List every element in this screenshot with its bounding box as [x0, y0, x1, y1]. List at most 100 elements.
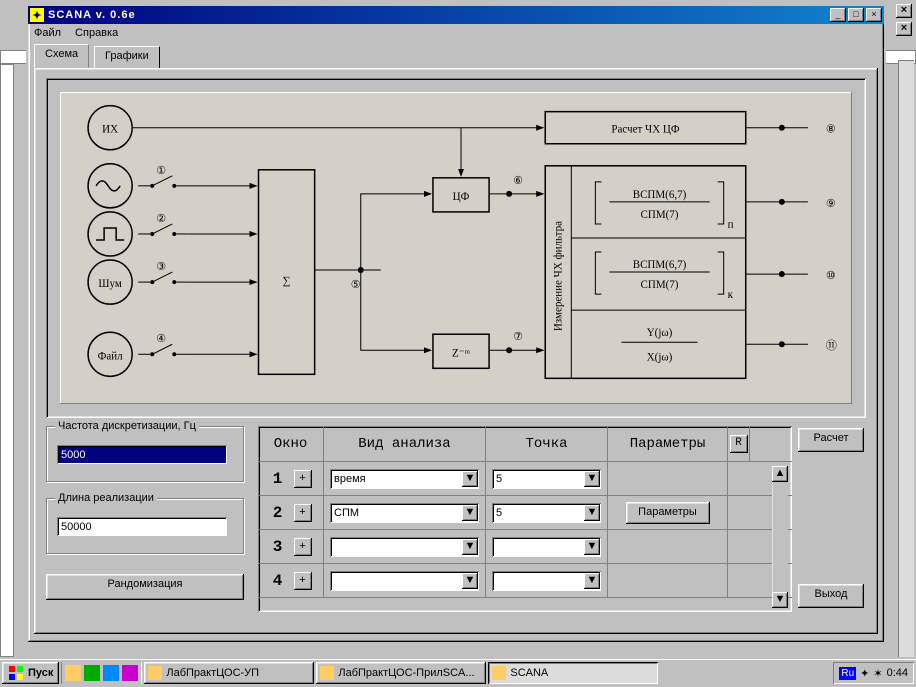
freq-input[interactable] — [57, 445, 227, 464]
grid-scrollbar[interactable]: ▲ ▼ — [772, 466, 788, 608]
taskbar: Пуск ЛабПрактЦОС-УПЛабПрактЦОС-ПрилSCA..… — [0, 659, 916, 687]
expand-button[interactable]: + — [294, 572, 312, 590]
tray-icon[interactable]: ✶ — [873, 667, 882, 680]
hdr-param: Параметры — [608, 426, 728, 461]
len-legend: Длина реализации — [55, 492, 157, 504]
svg-text:Файл: Файл — [98, 350, 123, 362]
tab-scheme[interactable]: Схема — [34, 44, 89, 68]
start-button[interactable]: Пуск — [2, 662, 59, 684]
menubar: Файл Справка — [28, 24, 884, 42]
svg-text:Шум: Шум — [98, 278, 121, 290]
taskbar-item[interactable]: SCANA — [488, 662, 658, 684]
params-button[interactable]: Параметры — [626, 502, 710, 524]
minimize-button[interactable]: _ — [830, 8, 846, 22]
svg-text:⑪: ⑪ — [826, 339, 837, 352]
titlebar[interactable]: ✦ SCANA v. 0.6e _ □ × — [28, 6, 884, 24]
diagram-panel: ИХ Расчет ЧХ ЦФ ⑧ ① — [46, 78, 866, 418]
dropdown-icon[interactable]: ▼ — [462, 505, 478, 521]
svg-text:⑥: ⑥ — [513, 175, 523, 187]
dropdown-icon[interactable]: ▼ — [584, 471, 600, 487]
tabstrip: Схема Графики — [34, 44, 878, 68]
dropdown-icon[interactable]: ▼ — [584, 505, 600, 521]
close-button[interactable]: × — [866, 8, 882, 22]
tochka-combo[interactable]: 5▼ — [492, 469, 601, 489]
freq-groupbox: Частота дискретизации, Гц — [46, 426, 244, 482]
tray-icon[interactable]: ✦ — [860, 667, 869, 680]
svg-text:Расчет ЧХ ЦФ: Расчет ЧХ ЦФ — [611, 124, 680, 136]
dropdown-icon[interactable]: ▼ — [462, 471, 478, 487]
svg-text:п: п — [728, 219, 734, 231]
expand-button[interactable]: + — [294, 470, 312, 488]
len-input[interactable] — [57, 517, 227, 536]
maximize-button[interactable]: □ — [848, 8, 864, 22]
hdr-tochka: Точка — [486, 426, 608, 461]
lang-indicator[interactable]: Ru — [839, 667, 856, 680]
svg-text:ВСПМ(6,7): ВСПМ(6,7) — [633, 259, 687, 271]
clock: 0:44 — [887, 667, 908, 679]
row-number: 2 — [266, 504, 290, 522]
ql-icon[interactable] — [122, 665, 138, 681]
svg-text:СПМ(7): СПМ(7) — [641, 209, 679, 221]
taskbar-item[interactable]: ЛабПрактЦОС-УП — [144, 662, 314, 684]
client-area: ИХ Расчет ЧХ ЦФ ⑧ ① — [34, 68, 878, 634]
ql-icon[interactable] — [65, 665, 81, 681]
scroll-up-icon[interactable]: ▲ — [772, 466, 788, 482]
svg-text:Y(jω): Y(jω) — [647, 327, 673, 339]
taskbar-item[interactable]: ЛабПрактЦОС-ПрилSCA... — [316, 662, 486, 684]
dropdown-icon[interactable]: ▼ — [462, 539, 478, 555]
vid-combo[interactable]: СПМ▼ — [330, 503, 479, 523]
exit-button[interactable]: Выход — [798, 584, 864, 608]
randomize-button[interactable]: Рандомизация — [46, 574, 244, 600]
ql-icon[interactable] — [84, 665, 100, 681]
tab-graphs[interactable]: Графики — [94, 46, 160, 68]
hdr-vid: Вид анализа — [324, 426, 486, 461]
expand-button[interactable]: + — [294, 538, 312, 556]
bg-close-icon[interactable]: × — [896, 4, 912, 18]
taskbar-app-icon — [148, 666, 162, 680]
block-diagram: ИХ Расчет ЧХ ЦФ ⑧ ① — [60, 92, 852, 404]
svg-text:⑧: ⑧ — [826, 124, 836, 136]
svg-text:∑: ∑ — [283, 275, 291, 287]
row-number: 1 — [266, 470, 290, 488]
row-number: 4 — [266, 572, 290, 590]
r-button[interactable]: R — [730, 435, 748, 453]
grid-row: 1+ время▼ 5▼ — [258, 462, 792, 496]
dropdown-icon[interactable]: ▼ — [584, 573, 600, 589]
svg-text:X(jω): X(jω) — [647, 351, 673, 363]
ql-icon[interactable] — [103, 665, 119, 681]
svg-text:ЦФ: ЦФ — [453, 191, 470, 203]
scroll-down-icon[interactable]: ▼ — [772, 592, 788, 608]
bg-scrollbar[interactable] — [898, 60, 914, 657]
row-number: 3 — [266, 538, 290, 556]
vid-combo[interactable]: время▼ — [330, 469, 479, 489]
dropdown-icon[interactable]: ▼ — [584, 539, 600, 555]
taskbar-app-icon — [320, 666, 334, 680]
hdr-okno: Окно — [258, 426, 324, 461]
dropdown-icon[interactable]: ▼ — [462, 573, 478, 589]
vid-combo[interactable]: ▼ — [330, 571, 479, 591]
svg-text:ИХ: ИХ — [102, 124, 118, 136]
svg-text:②: ② — [156, 213, 166, 225]
taskbar-app-icon — [492, 666, 506, 680]
svg-text:ВСПМ(6,7): ВСПМ(6,7) — [633, 189, 687, 201]
bg-close-icon[interactable]: × — [896, 22, 912, 36]
svg-text:к: к — [728, 289, 734, 301]
svg-text:Измерение ЧХ фильтра: Измерение ЧХ фильтра — [552, 221, 564, 331]
menu-help[interactable]: Справка — [75, 27, 118, 39]
app-icon: ✦ — [30, 8, 44, 22]
tochka-combo[interactable]: ▼ — [492, 571, 601, 591]
svg-text:⑤: ⑤ — [351, 279, 361, 291]
tochka-combo[interactable]: 5▼ — [492, 503, 601, 523]
window-title: SCANA v. 0.6e — [48, 9, 828, 21]
quick-launch — [61, 662, 142, 684]
vid-combo[interactable]: ▼ — [330, 537, 479, 557]
calc-button[interactable]: Расчет — [798, 428, 864, 452]
len-groupbox: Длина реализации — [46, 498, 244, 554]
menu-file[interactable]: Файл — [34, 27, 61, 39]
analysis-grid: Окно Вид анализа Точка Параметры R 1+вре… — [258, 426, 792, 612]
svg-text:СПМ(7): СПМ(7) — [641, 279, 679, 291]
app-window: ✦ SCANA v. 0.6e _ □ × Файл Справка Схема… — [26, 4, 886, 644]
svg-text:⑩: ⑩ — [826, 270, 836, 282]
expand-button[interactable]: + — [294, 504, 312, 522]
tochka-combo[interactable]: ▼ — [492, 537, 601, 557]
